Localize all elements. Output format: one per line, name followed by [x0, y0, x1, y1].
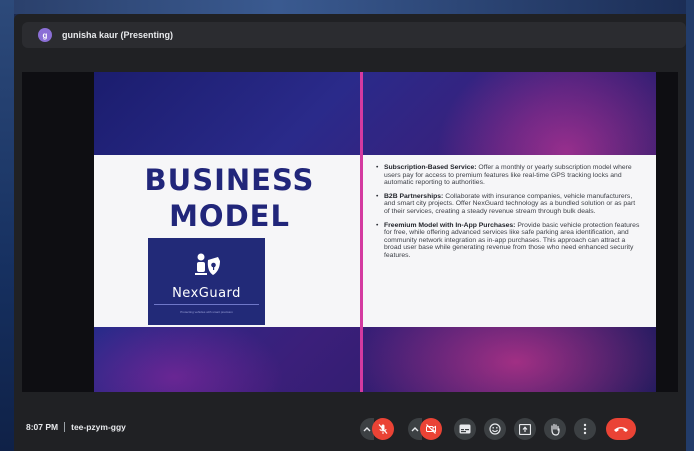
- camera-toggle-button[interactable]: [420, 418, 442, 440]
- camera-off-icon: [426, 424, 436, 434]
- reactions-button[interactable]: [484, 418, 506, 440]
- present-now-button[interactable]: [514, 418, 536, 440]
- meet-window: g gunisha kaur (Presenting) Business Mod…: [14, 14, 686, 451]
- captions-button[interactable]: [454, 418, 476, 440]
- meeting-controls-bar: 8:07 PM tee-pzym-ggy: [14, 406, 686, 451]
- nexguard-logo: NexGuard Protecting vehicles with smart …: [148, 238, 265, 325]
- presentation-stage[interactable]: Business Model NexGuard Protecting vehic…: [22, 72, 678, 392]
- end-call-icon: [614, 427, 628, 432]
- shield-person-icon: [195, 253, 220, 275]
- bullet-heading: B2B Partnerships:: [384, 192, 444, 200]
- present-screen-icon: [519, 423, 531, 435]
- captions-icon: [459, 424, 471, 434]
- slide-divider: [360, 155, 363, 327]
- presenter-label: gunisha kaur (Presenting): [62, 30, 174, 40]
- avatar: g: [38, 28, 52, 42]
- chevron-up-icon: [363, 427, 371, 432]
- slide-title-line1: Business: [144, 163, 315, 197]
- bullet-b2b: B2B Partnerships: Collaborate with insur…: [376, 193, 642, 216]
- desktop-background: [0, 0, 694, 14]
- desktop-background-left: [0, 0, 14, 451]
- bullet-heading: Subscription-Based Service:: [384, 164, 477, 171]
- mic-off-icon: [378, 424, 388, 434]
- more-vert-icon: [583, 423, 587, 435]
- mic-toggle-button[interactable]: [372, 418, 394, 440]
- more-options-button[interactable]: [574, 418, 596, 440]
- bullet-subscription: Subscription-Based Service: Offer a mont…: [376, 164, 642, 187]
- divider: [64, 422, 66, 432]
- chevron-up-icon: [411, 427, 419, 432]
- meeting-code: tee-pzym-ggy: [71, 422, 126, 432]
- emoji-icon: [489, 423, 501, 435]
- meeting-time: 8:07 PM: [26, 422, 59, 432]
- bullet-list: Subscription-Based Service: Offer a mont…: [376, 164, 642, 266]
- raise-hand-icon: [551, 423, 560, 436]
- presenter-bar: g gunisha kaur (Presenting): [22, 22, 686, 48]
- slide-title: Business Model: [112, 162, 347, 234]
- meeting-info: 8:07 PM tee-pzym-ggy: [26, 422, 126, 432]
- bullet-freemium: Freemium Model with In-App Purchases: Pr…: [376, 222, 642, 260]
- slide-title-line2: Model: [169, 199, 290, 233]
- leave-call-button[interactable]: [606, 418, 636, 440]
- logo-text: NexGuard: [172, 286, 241, 301]
- logo-rule: [154, 304, 259, 305]
- desktop-background-right: [686, 0, 694, 451]
- raise-hand-button[interactable]: [544, 418, 566, 440]
- slide: Business Model NexGuard Protecting vehic…: [94, 72, 656, 392]
- bullet-heading: Freemium Model with In-App Purchases:: [384, 221, 516, 229]
- logo-tagline: Protecting vehicles with smart precision: [180, 310, 233, 314]
- avatar-initial: g: [42, 30, 48, 40]
